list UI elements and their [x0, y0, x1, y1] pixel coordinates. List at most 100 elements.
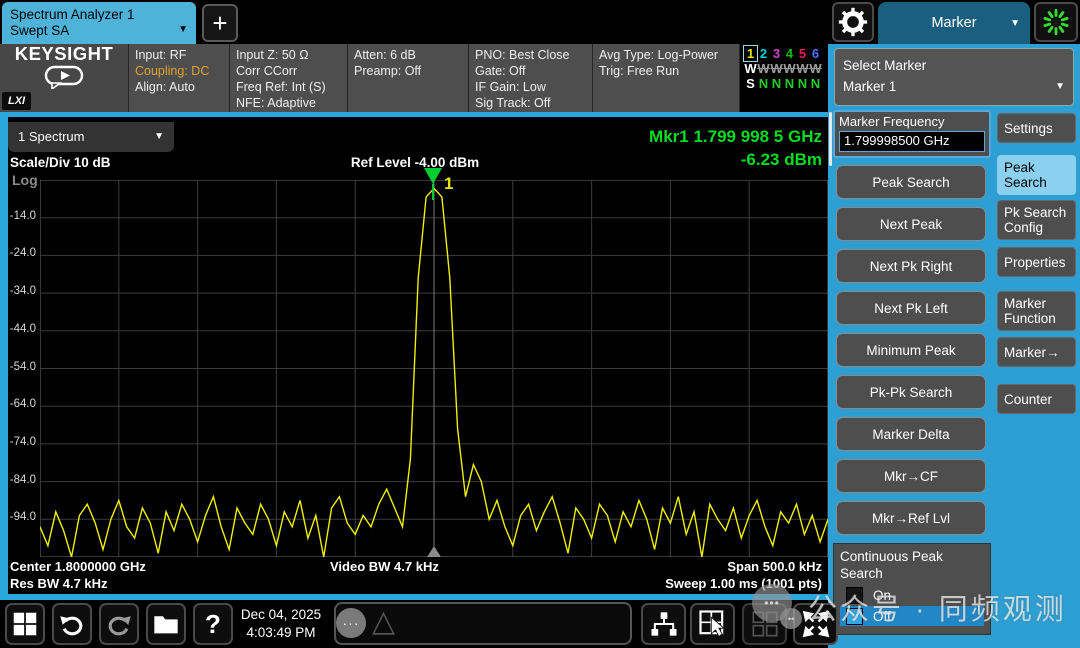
menu-button-minimum-peak[interactable]: Minimum Peak: [836, 333, 986, 367]
watermark: ••••• 公众号 · 同频观测: [752, 582, 1067, 632]
undo-icon: [58, 610, 86, 638]
trace-3-numbers: 3: [770, 46, 783, 61]
lxi-logo: LXI: [2, 92, 31, 110]
menu-button-peak-search[interactable]: Peak Search: [836, 165, 986, 199]
status-col-z: Input Z: 50 Ω Corr CCorr Freq Ref: Int (…: [230, 44, 347, 112]
video-bw-label: Video BW 4.7 kHz: [330, 559, 439, 574]
panel-tab-marker-[interactable]: Marker→: [997, 337, 1076, 367]
gate-status: Gate: Off: [475, 63, 586, 79]
marker-readout-freq: Mkr1 1.799 998 5 GHz: [520, 125, 822, 148]
menu-button-next-peak[interactable]: Next Peak: [836, 207, 986, 241]
question-mark-icon: ?: [205, 609, 221, 640]
y-axis-label: -34.0: [2, 285, 36, 297]
trace-3-types: W: [770, 61, 783, 76]
log-scale-label: Log: [12, 172, 38, 188]
panel-tab-properties[interactable]: Properties: [997, 247, 1076, 277]
menu-button-mkr-ref-lvl[interactable]: Mkr→Ref Lvl: [836, 501, 986, 535]
ref-level-label: Ref Level -4.00 dBm: [295, 155, 535, 170]
y-axis-label: -74.0: [2, 436, 36, 448]
menu-button-mkr-cf[interactable]: Mkr→CF: [836, 459, 986, 493]
corr-status: Corr CCorr: [236, 63, 341, 79]
y-axis-label: -64.0: [2, 398, 36, 410]
trace-4-detectors: N: [783, 76, 796, 91]
marker-frequency-label: Marker Frequency: [839, 114, 985, 129]
trace-select-dropdown[interactable]: 1 Spectrum ▼: [8, 122, 174, 152]
marker-frequency-field[interactable]: Marker Frequency 1.799998500 GHz: [833, 110, 991, 158]
coupling-status: Coupling: DC: [135, 63, 223, 79]
windows-start-button[interactable]: [5, 603, 45, 645]
brand-column: KEYSIGHT LXI: [0, 44, 128, 112]
trace-indicator-row: 123456: [744, 46, 824, 61]
sig-track-status: Sig Track: Off: [475, 95, 586, 111]
pno-status: PNO: Best Close: [475, 47, 586, 63]
redo-button[interactable]: [99, 603, 139, 645]
trace-1-types: W: [744, 61, 757, 76]
watermark-logo-icon: •••••: [752, 582, 804, 632]
status-col-pno: PNO: Best Close Gate: Off IF Gain: Low S…: [469, 44, 592, 112]
trace-4-types: W: [783, 61, 796, 76]
trace-6-numbers: 6: [809, 46, 822, 61]
busy-indicator-button[interactable]: [1034, 2, 1078, 42]
datetime-display: Dec 04, 2025 4:03:49 PM: [231, 606, 331, 642]
select-marker-dropdown[interactable]: Select Marker Marker 1 ▼: [834, 48, 1074, 106]
keysight-logo: KEYSIGHT: [0, 46, 128, 62]
touch-screen-button[interactable]: [690, 603, 735, 645]
marker-readout: Mkr1 1.799 998 5 GHz -6.23 dBm: [520, 125, 822, 171]
gear-button[interactable]: [832, 2, 874, 42]
center-freq-label: Center 1.8000000 GHz: [10, 559, 146, 574]
marker-1-label: 1: [444, 174, 453, 194]
node-tree-icon: [649, 609, 679, 639]
alert-triangle-icon: △: [372, 604, 395, 639]
marker-menu-tab[interactable]: Marker ▼: [878, 2, 1030, 44]
trace-select-label: 1 Spectrum: [18, 129, 84, 144]
add-tab-button[interactable]: +: [202, 4, 238, 42]
menu-button-pk-pk-search[interactable]: Pk-Pk Search: [836, 375, 986, 409]
block-diagram-button[interactable]: [641, 603, 686, 645]
trace-2-types: W: [757, 61, 770, 76]
panel-tab-counter[interactable]: Counter: [997, 384, 1076, 414]
screen-frame-left: [0, 112, 8, 600]
trace-6-types: W: [809, 61, 822, 76]
time-label: 4:03:49 PM: [231, 624, 331, 642]
panel-tab-settings[interactable]: Settings: [997, 113, 1076, 143]
y-axis-label: -44.0: [2, 323, 36, 335]
marker-menu-label: Marker: [931, 15, 976, 31]
spinner-icon: [1041, 7, 1071, 37]
mode-tab[interactable]: Spectrum Analyzer 1 Swept SA ▼: [2, 2, 196, 44]
touch-window-icon: [698, 609, 728, 639]
redo-icon: [105, 610, 133, 638]
freq-ref-status: Freq Ref: Int (S): [236, 79, 341, 95]
chevron-down-icon: ▼: [1010, 18, 1020, 29]
marker-1-icon[interactable]: [424, 168, 442, 184]
spectrum-plot[interactable]: [40, 180, 828, 557]
marker-stem: [432, 184, 434, 200]
folder-icon: [152, 610, 180, 638]
trace-5-detectors: N: [796, 76, 809, 91]
panel-scrollbar[interactable]: [829, 112, 832, 166]
y-axis-label: -84.0: [2, 474, 36, 486]
undo-button[interactable]: [52, 603, 92, 645]
input-z-status: Input Z: 50 Ω: [236, 47, 341, 63]
select-marker-value: Marker 1: [843, 76, 1065, 97]
mode-tab-line2: Swept SA: [10, 23, 188, 39]
file-manager-button[interactable]: [146, 603, 186, 645]
trace-6-detectors: N: [809, 76, 822, 91]
trig-status: Trig: Free Run: [599, 63, 733, 79]
trace-1-detectors: S: [744, 76, 757, 91]
y-axis-label: -24.0: [2, 247, 36, 259]
chevron-down-icon: ▼: [178, 22, 188, 38]
atten-status: Atten: 6 dB: [354, 47, 462, 63]
menu-button-next-pk-left[interactable]: Next Pk Left: [836, 291, 986, 325]
panel-tab-pk-search-config[interactable]: Pk Search Config: [997, 200, 1076, 240]
trace-4-numbers: 4: [783, 46, 796, 61]
help-button[interactable]: ?: [193, 603, 233, 645]
trace-1-numbers: 1: [744, 46, 757, 61]
trace-indicator[interactable]: 123456WWWWWWSNNNNN: [740, 44, 828, 112]
menu-button-marker-delta[interactable]: Marker Delta: [836, 417, 986, 451]
panel-tab-marker-function[interactable]: Marker Function: [997, 291, 1076, 331]
select-marker-label: Select Marker: [843, 55, 1065, 76]
menu-button-next-pk-right[interactable]: Next Pk Right: [836, 249, 986, 283]
panel-tab-peak-search[interactable]: Peak Search: [997, 155, 1076, 195]
marker-frequency-value[interactable]: 1.799998500 GHz: [839, 131, 985, 152]
y-axis-label: -14.0: [2, 210, 36, 222]
